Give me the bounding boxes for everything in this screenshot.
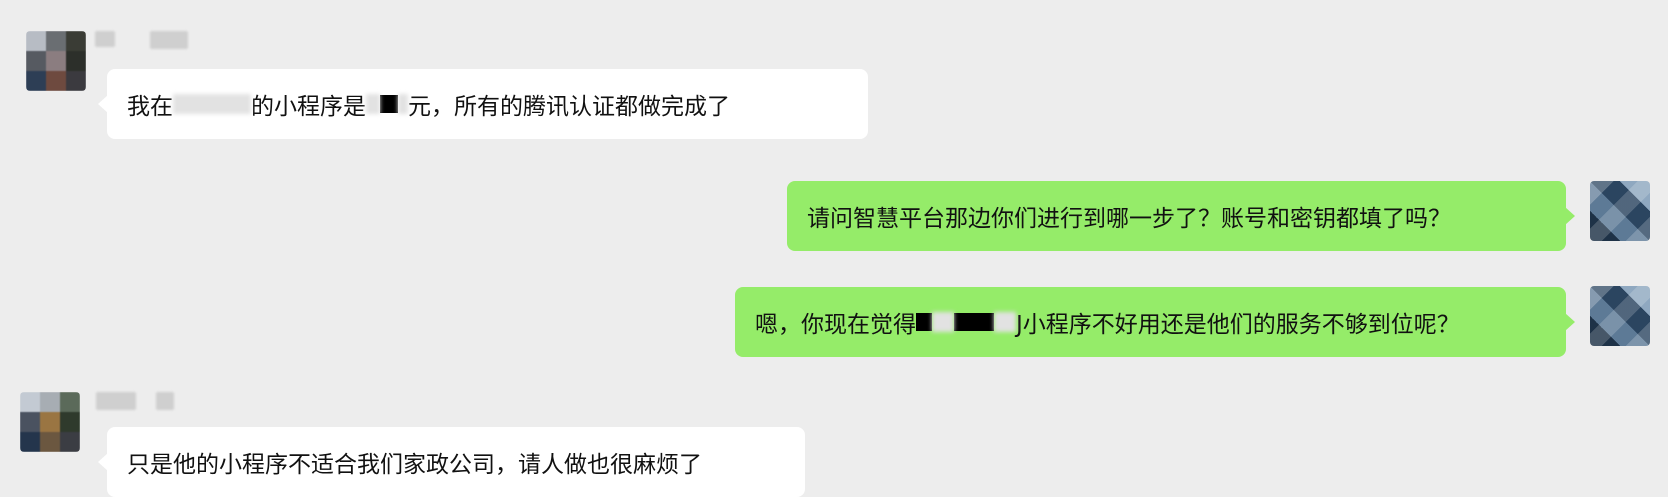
redacted-text bbox=[380, 95, 398, 113]
sender-name-blurred bbox=[96, 392, 206, 414]
redacted-text bbox=[916, 313, 932, 331]
message-text: J小程序不好用还是他们的服务不够到位呢？ bbox=[1016, 312, 1460, 338]
message-bubble[interactable]: 我在 的小程序是 元，所有的腾讯认证都做完成了 bbox=[98, 69, 868, 139]
sender-name-blurred bbox=[95, 31, 205, 53]
redacted-text bbox=[954, 313, 994, 331]
redacted-text bbox=[932, 312, 954, 332]
message-text: 我在 bbox=[127, 94, 173, 120]
user-avatar[interactable] bbox=[1590, 181, 1650, 241]
blurred-avatar-image bbox=[20, 392, 80, 452]
message-text: 请问智慧平台那边你们进行到哪一步了？账号和密钥都填了吗？ bbox=[807, 206, 1451, 232]
contact-avatar[interactable] bbox=[20, 392, 80, 452]
message-text: 只是他的小程序不适合我们家政公司，请人做也很麻烦了 bbox=[127, 452, 702, 478]
message-text: 的小程序是 bbox=[251, 94, 366, 120]
redacted-text bbox=[173, 94, 251, 114]
contact-avatar[interactable] bbox=[26, 31, 86, 91]
blurred-avatar-image bbox=[26, 31, 86, 91]
message-bubble[interactable]: 嗯，你现在觉得 J小程序不好用还是他们的服务不够到位呢？ bbox=[735, 287, 1575, 357]
message-text: 嗯，你现在觉得 bbox=[755, 312, 916, 338]
redacted-text bbox=[398, 94, 408, 114]
message-text: 元，所有的腾讯认证都做完成了 bbox=[408, 94, 730, 120]
redacted-text bbox=[366, 94, 380, 114]
user-avatar[interactable] bbox=[1590, 286, 1650, 346]
redacted-text bbox=[994, 312, 1016, 332]
message-bubble[interactable]: 请问智慧平台那边你们进行到哪一步了？账号和密钥都填了吗？ bbox=[787, 181, 1575, 251]
